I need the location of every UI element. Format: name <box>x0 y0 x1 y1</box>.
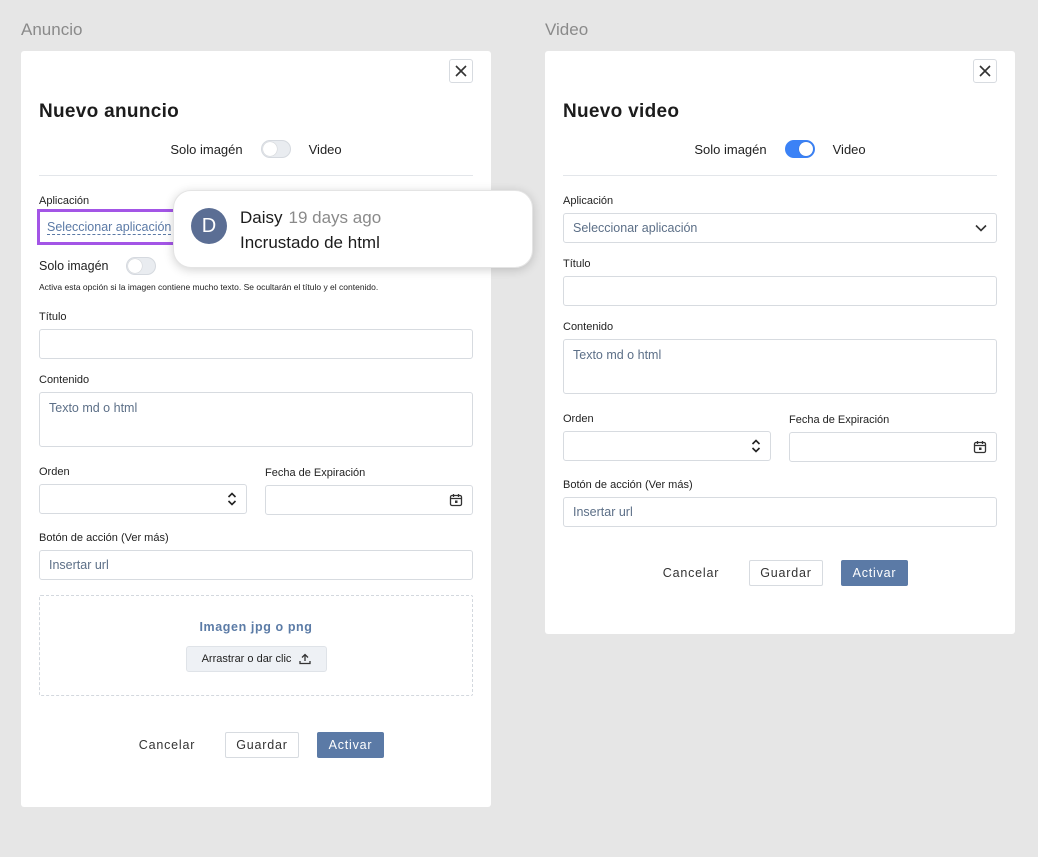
title-input[interactable] <box>39 329 473 359</box>
stepper-icon[interactable] <box>751 438 761 454</box>
close-icon <box>455 65 467 77</box>
solo-image-hint: Activa esta opción si la imagen contiene… <box>39 282 379 292</box>
title-input[interactable] <box>563 276 997 306</box>
cancel-button[interactable]: Cancelar <box>129 732 205 758</box>
action-button-label: Botón de acción (Ver más) <box>563 479 693 491</box>
app-label: Aplicación <box>39 195 90 207</box>
expiration-date-input[interactable] <box>789 432 997 462</box>
order-label: Orden <box>563 413 594 425</box>
content-placeholder: Texto md o html <box>573 348 662 362</box>
save-button[interactable]: Guardar <box>225 732 299 758</box>
solo-image-label: Solo imagén <box>39 259 109 273</box>
type-toggle-row: Solo imagén Video <box>545 140 1015 158</box>
type-toggle-switch[interactable] <box>260 140 291 158</box>
title-label: Título <box>39 311 67 323</box>
close-button[interactable] <box>973 59 997 83</box>
type-toggle-switch[interactable] <box>784 140 815 158</box>
new-video-modal: Nuevo video Solo imagén Video Aplicación… <box>545 51 1015 634</box>
toggle-right-label: Video <box>308 141 342 157</box>
content-textarea[interactable]: Texto md o html <box>563 339 997 394</box>
new-ad-modal: Nuevo anuncio Solo imagén Video Aplicaci… <box>21 51 491 807</box>
image-dropzone[interactable]: Imagen jpg o png Arrastrar o dar clic <box>39 595 473 696</box>
type-toggle-row: Solo imagén Video <box>21 140 491 158</box>
expiration-date-input[interactable] <box>265 485 473 515</box>
action-url-input[interactable]: Insertar url <box>39 550 473 580</box>
order-label: Orden <box>39 466 70 478</box>
toggle-right-label: Video <box>832 141 866 157</box>
comment-time: 19 days ago <box>288 208 382 227</box>
divider <box>39 175 473 176</box>
divider <box>563 175 997 176</box>
toggle-left-label: Solo imagén <box>170 141 243 157</box>
app-label: Aplicación <box>563 195 614 207</box>
comment-author: Daisy <box>240 208 283 227</box>
comment-text: Incrustado de html <box>240 233 380 252</box>
activate-button[interactable]: Activar <box>317 732 384 758</box>
upload-button-label: Arrastrar o dar clic <box>201 653 292 665</box>
title-label: Título <box>563 258 591 270</box>
upload-icon <box>299 653 312 665</box>
action-url-placeholder: Insertar url <box>49 558 109 572</box>
comment-header: Daisy 19 days ago <box>240 208 381 228</box>
order-stepper[interactable] <box>39 484 247 514</box>
order-stepper[interactable] <box>563 431 771 461</box>
content-placeholder: Texto md o html <box>49 401 138 415</box>
calendar-icon[interactable] <box>449 493 463 507</box>
frame-label-video: Video <box>545 20 589 39</box>
close-button[interactable] <box>449 59 473 83</box>
app-select-placeholder: Seleccionar aplicación <box>47 219 172 235</box>
cancel-button[interactable]: Cancelar <box>653 560 729 586</box>
action-url-input[interactable]: Insertar url <box>563 497 997 527</box>
expiration-label: Fecha de Expiración <box>265 467 366 479</box>
close-icon <box>979 65 991 77</box>
dropzone-title: Imagen jpg o png <box>199 620 313 634</box>
stepper-icon[interactable] <box>227 491 237 507</box>
chevron-down-icon <box>975 224 987 232</box>
modal-title: Nuevo video <box>563 101 680 122</box>
upload-button[interactable]: Arrastrar o dar clic <box>186 646 327 672</box>
content-label: Contenido <box>563 321 614 333</box>
solo-image-switch[interactable] <box>126 257 156 275</box>
app-select[interactable]: Seleccionar aplicación <box>563 213 997 243</box>
modal-title: Nuevo anuncio <box>39 101 180 122</box>
avatar: D <box>191 208 227 244</box>
content-textarea[interactable]: Texto md o html <box>39 392 473 447</box>
toggle-left-label: Solo imagén <box>694 141 767 157</box>
comment-bubble[interactable]: D Daisy 19 days ago Incrustado de html <box>173 190 533 268</box>
content-label: Contenido <box>39 374 90 386</box>
action-button-label: Botón de acción (Ver más) <box>39 532 169 544</box>
expiration-label: Fecha de Expiración <box>789 414 890 426</box>
app-select-placeholder: Seleccionar aplicación <box>573 221 698 235</box>
save-button[interactable]: Guardar <box>749 560 823 586</box>
action-url-placeholder: Insertar url <box>573 505 633 519</box>
frame-label-anuncio: Anuncio <box>21 20 83 39</box>
activate-button[interactable]: Activar <box>841 560 908 586</box>
calendar-icon[interactable] <box>973 440 987 454</box>
